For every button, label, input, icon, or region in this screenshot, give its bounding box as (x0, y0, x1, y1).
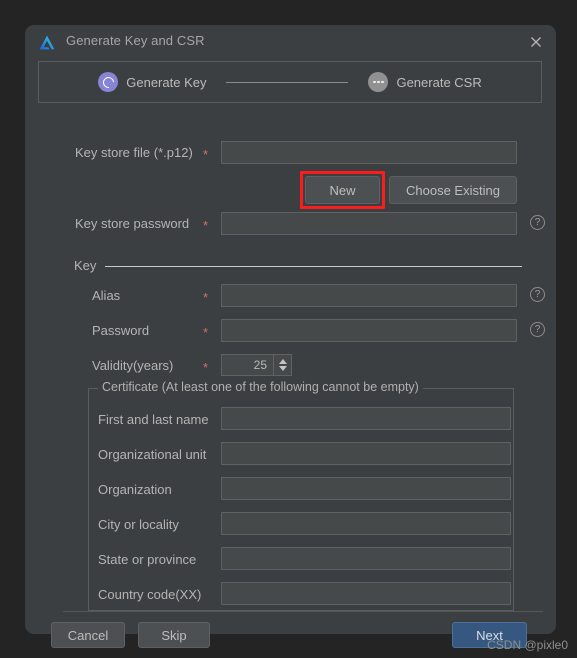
state-or-province-input[interactable] (221, 547, 511, 570)
key-password-input[interactable] (221, 319, 517, 342)
city-or-locality-label: City or locality (98, 517, 179, 532)
certificate-group-legend: Certificate (At least one of the followi… (98, 380, 423, 394)
wizard-step-indicator: Generate Key Generate CSR (38, 61, 542, 103)
alias-input[interactable] (221, 284, 517, 307)
footer-divider (63, 611, 543, 612)
organizational-unit-label: Organizational unit (98, 447, 207, 462)
choose-existing-button[interactable]: Choose Existing (389, 176, 517, 204)
help-icon[interactable]: ? (530, 322, 545, 337)
country-code-input[interactable] (221, 582, 511, 605)
first-and-last-name-label: First and last name (98, 412, 209, 427)
close-icon[interactable] (526, 32, 546, 52)
validity-stepper[interactable]: 25 (221, 354, 292, 376)
key-section-divider (105, 266, 522, 267)
chevron-down-icon[interactable] (278, 366, 287, 371)
organization-input[interactable] (221, 477, 511, 500)
spinner-ring-icon (98, 72, 119, 92)
keystore-file-required-marker: * (203, 147, 209, 162)
state-or-province-label: State or province (98, 552, 197, 567)
skip-button[interactable]: Skip (138, 622, 210, 648)
cancel-button[interactable]: Cancel (51, 622, 125, 648)
validity-required-marker: * (203, 360, 209, 375)
key-section-label: Key (74, 258, 97, 273)
stepper-arrows[interactable] (273, 355, 291, 375)
validity-label: Validity(years) (92, 358, 174, 373)
keystore-file-input[interactable] (221, 141, 517, 164)
android-studio-logo-icon (37, 33, 57, 53)
key-password-required-marker: * (203, 325, 209, 340)
new-button[interactable]: New (305, 176, 380, 204)
keystore-password-required-marker: * (203, 218, 209, 233)
alias-label: Alias (92, 288, 121, 303)
wizard-step-label: Generate Key (126, 74, 207, 90)
help-icon[interactable]: ? (530, 215, 545, 230)
key-password-label: Password (92, 323, 150, 338)
country-code-label: Country code(XX) (98, 587, 202, 602)
validity-value[interactable]: 25 (222, 355, 273, 375)
dialog-title: Generate Key and CSR (66, 33, 205, 48)
wizard-step-generate-key[interactable]: Generate Key (98, 72, 206, 92)
first-and-last-name-input[interactable] (221, 407, 511, 430)
generate-key-and-csr-dialog: Generate Key and CSR Generate Key Genera… (25, 25, 556, 648)
organizational-unit-input[interactable] (221, 442, 511, 465)
city-or-locality-input[interactable] (221, 512, 511, 535)
three-dots-icon (368, 72, 389, 92)
keystore-file-label: Key store file (*.p12) (75, 145, 193, 160)
alias-required-marker: * (203, 290, 209, 305)
watermark: CSDN @pixle0 (487, 638, 568, 652)
wizard-step-connector (226, 81, 349, 83)
organization-label: Organization (98, 482, 172, 497)
chevron-up-icon[interactable] (278, 359, 287, 364)
dialog-title-bar: Generate Key and CSR (25, 25, 556, 59)
keystore-password-input[interactable] (221, 212, 517, 235)
wizard-step-label: Generate CSR (396, 74, 482, 90)
wizard-step-generate-csr[interactable]: Generate CSR (368, 72, 482, 92)
help-icon[interactable]: ? (530, 287, 545, 302)
keystore-password-label: Key store password (75, 216, 190, 231)
